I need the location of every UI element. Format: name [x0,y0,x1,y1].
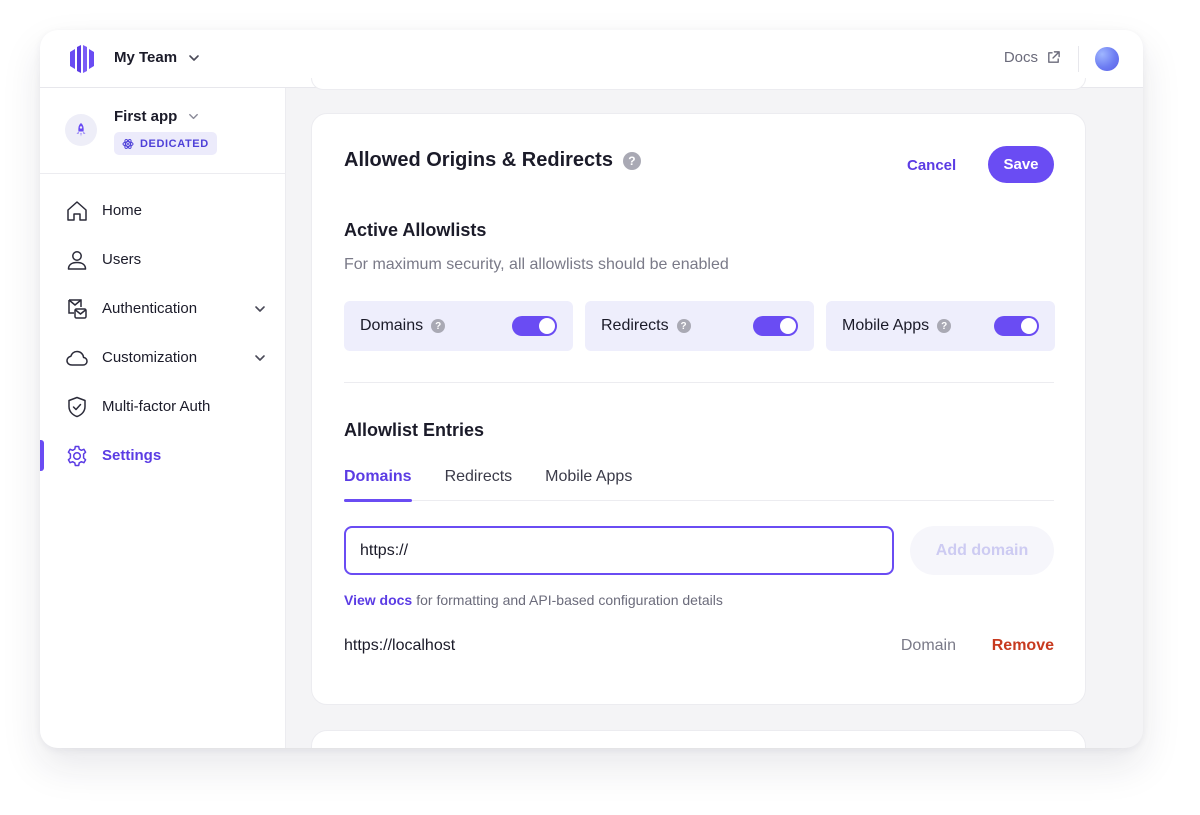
docs-label: Docs [1003,49,1038,66]
chevron-down-icon [189,113,199,120]
view-docs-link[interactable]: View docs [344,592,412,608]
entry-value: https://localhost [344,637,456,654]
app-name: First app [114,108,200,125]
brand-logo-icon[interactable] [66,43,98,75]
domains-switch[interactable] [512,316,557,336]
next-card [311,730,1086,748]
docs-hint: View docs for formatting and API-based co… [344,592,723,608]
topbar-divider [1078,46,1079,72]
card-title-text: Allowed Origins & Redirects [344,149,613,171]
save-button[interactable]: Save [988,146,1054,183]
team-name: My Team [114,49,178,66]
sidebar-item-label: Users [102,251,142,268]
entry-type: Domain [900,637,956,654]
help-icon[interactable]: ? [676,319,691,333]
auth-icon [68,298,87,319]
sidebar: First app DEDICATED Home Users Authentic… [40,88,286,748]
cancel-button[interactable]: Cancel [900,147,963,183]
sidebar-item-label: Customization [102,349,198,366]
toggle-label: Mobile Apps [842,317,930,334]
chevron-down-icon [255,306,265,312]
help-icon[interactable]: ? [937,319,952,333]
sidebar-item-label: Authentication [102,300,198,317]
help-icon[interactable]: ? [622,151,641,170]
help-icon[interactable]: ? [431,319,446,333]
app-switcher[interactable]: First app DEDICATED [40,88,285,174]
domain-input[interactable] [344,526,894,575]
sidebar-item-label: Home [102,202,143,219]
user-avatar[interactable] [1095,47,1119,71]
sidebar-item-home[interactable]: Home [40,186,285,235]
toggle-label: Redirects [601,317,669,334]
main-content: Allowed Origins & Redirects ? Cancel Sav… [286,78,1143,748]
switch-knob [780,318,796,334]
external-link-icon [1048,51,1060,63]
sidebar-item-label: Settings [102,447,162,464]
user-icon [67,250,87,270]
plan-badge: DEDICATED [114,132,217,155]
card-title: Allowed Origins & Redirects ? [344,149,641,172]
app-name-label: First app [114,108,178,125]
section-divider [344,382,1054,383]
tab-mobile-apps[interactable]: Mobile Apps [545,459,632,501]
rocket-icon [76,123,86,137]
active-allowlists-hint: For maximum security, all allowlists sho… [344,256,729,273]
sidebar-item-authentication[interactable]: Authentication [40,284,285,333]
toggle-label: Domains [360,317,424,334]
sidebar-item-label: Multi-factor Auth [102,398,211,415]
toggle-domains: Domains ? [344,301,573,351]
allowed-origins-card: Allowed Origins & Redirects ? Cancel Sav… [311,113,1086,705]
allowlist-entries-title: Allowlist Entries [344,420,485,440]
shield-icon [68,396,86,417]
sidebar-item-customization[interactable]: Customization [40,333,285,382]
chevron-down-icon [255,355,265,361]
gear-icon [67,445,87,466]
toggle-mobile-apps: Mobile Apps ? [826,301,1055,351]
docs-hint-text: for formatting and API-based configurati… [416,592,723,608]
previous-card [311,78,1086,90]
tab-redirects[interactable]: Redirects [445,459,513,501]
app-window: My Team Docs First app DEDICATED Home Us… [40,30,1143,748]
team-switcher[interactable]: My Team [114,49,201,66]
sidebar-item-users[interactable]: Users [40,235,285,284]
active-allowlists-title: Active Allowlists [344,220,487,240]
remove-button[interactable]: Remove [992,637,1054,655]
app-avatar [65,114,97,146]
toggle-redirects: Redirects ? [585,301,814,351]
entries-tabs: Domains Redirects Mobile Apps [344,459,1054,502]
cloud-icon [66,350,88,366]
sidebar-nav: Home Users Authentication Customization … [40,174,285,480]
sidebar-item-settings[interactable]: Settings [40,431,285,480]
chevron-down-icon [189,54,199,61]
home-icon [67,200,87,221]
docs-link[interactable]: Docs [1004,49,1061,66]
plan-badge-label: DEDICATED [140,137,209,150]
list-item: https://localhost Domain Remove [344,637,1054,661]
atom-icon [122,138,134,149]
sidebar-item-mfa[interactable]: Multi-factor Auth [40,382,285,431]
add-domain-button[interactable]: Add domain [910,526,1054,575]
mobile-apps-switch[interactable] [994,316,1039,336]
tab-domains[interactable]: Domains [344,459,412,502]
switch-knob [539,318,555,334]
redirects-switch[interactable] [753,316,798,336]
switch-knob [1021,318,1037,334]
